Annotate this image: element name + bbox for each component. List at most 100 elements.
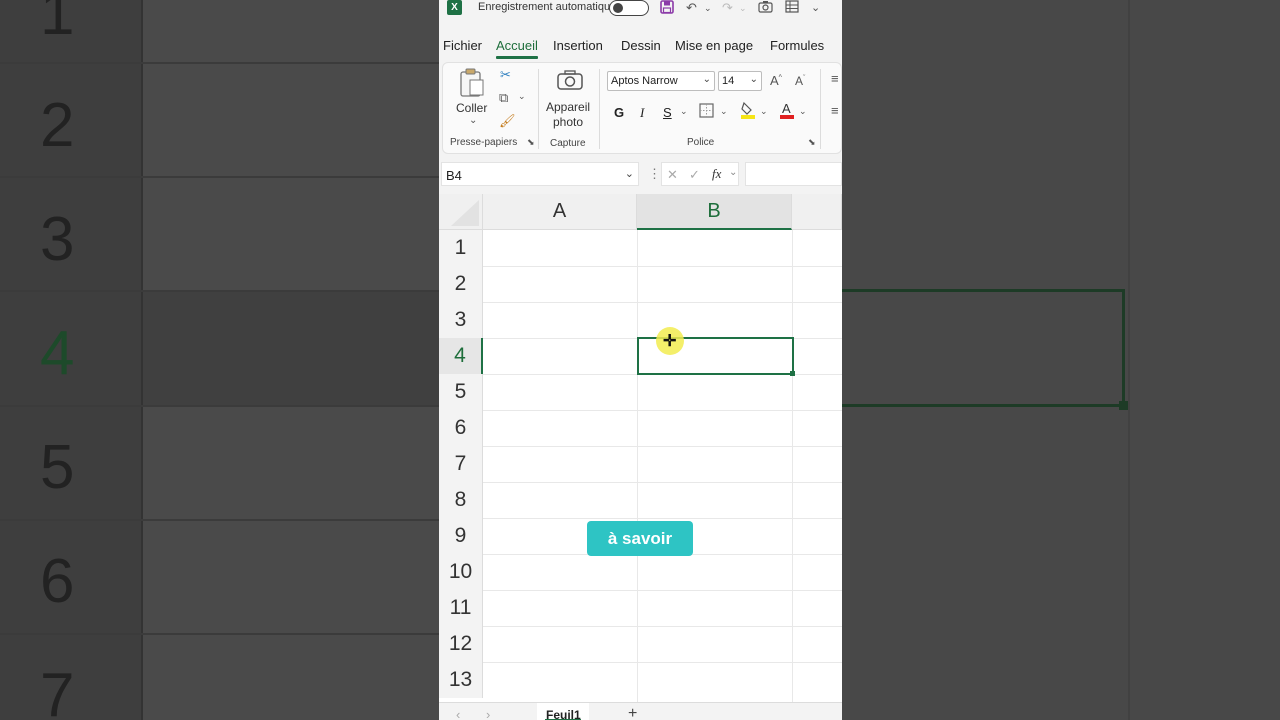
name-box-value: B4 bbox=[446, 168, 462, 183]
align-left-icon[interactable]: ≡ bbox=[831, 103, 839, 118]
background-fill-handle bbox=[1119, 401, 1128, 410]
excel-logo-icon: X bbox=[447, 0, 462, 15]
insert-function-button[interactable]: fx bbox=[712, 166, 721, 182]
fill-color-icon[interactable] bbox=[740, 101, 756, 122]
paste-dropdown-icon[interactable]: ⌄ bbox=[469, 115, 477, 126]
tab-insertion[interactable]: Insertion bbox=[553, 38, 603, 53]
font-size-select[interactable]: 14 ⌄ bbox=[718, 71, 762, 91]
undo-icon[interactable]: ↶ bbox=[686, 0, 697, 16]
row-header[interactable]: 13 bbox=[439, 662, 483, 698]
background-row-number: 5 bbox=[40, 433, 75, 502]
background-gridline bbox=[0, 405, 439, 407]
save-icon[interactable] bbox=[660, 0, 674, 17]
align-top-icon[interactable]: ≡ bbox=[831, 71, 839, 86]
toggle-knob bbox=[613, 3, 623, 13]
sheet-next-icon[interactable]: › bbox=[486, 707, 490, 720]
row-header[interactable]: 6 bbox=[439, 410, 483, 446]
column-header-c[interactable] bbox=[792, 194, 842, 230]
name-box[interactable]: B4 ⌄ bbox=[441, 162, 639, 186]
group-separator bbox=[599, 69, 600, 149]
cancel-icon[interactable]: ✕ bbox=[667, 167, 678, 183]
chevron-down-icon: ⌄ bbox=[624, 168, 634, 180]
autosave-toggle[interactable] bbox=[609, 0, 649, 16]
column-header-b[interactable]: B bbox=[637, 194, 792, 230]
fill-handle[interactable] bbox=[790, 371, 795, 376]
add-sheet-button[interactable]: + bbox=[628, 705, 637, 720]
cell-cursor-icon: ✛ bbox=[663, 333, 677, 350]
row-header[interactable]: 8 bbox=[439, 482, 483, 518]
background-gridline bbox=[0, 519, 439, 521]
font-name-select[interactable]: Aptos Narrow ⌄ bbox=[607, 71, 715, 91]
row-header-selected[interactable]: 4 bbox=[439, 338, 483, 374]
gridline bbox=[483, 266, 842, 267]
group-separator bbox=[820, 69, 821, 149]
tab-mise-en-page[interactable]: Mise en page bbox=[675, 38, 753, 53]
camera-label-line2[interactable]: photo bbox=[553, 115, 583, 129]
font-size-value: 14 bbox=[722, 75, 735, 87]
autosave-label: Enregistrement automatique bbox=[478, 1, 617, 13]
formula-input[interactable] bbox=[745, 162, 842, 186]
borders-dropdown-icon[interactable]: ⌄ bbox=[720, 106, 728, 117]
table-quick-icon[interactable] bbox=[785, 0, 799, 16]
video-frame: 1 2 3 4 5 6 7 X Enregistrement automatiq… bbox=[0, 0, 1280, 720]
enter-icon[interactable]: ✓ bbox=[689, 167, 700, 183]
capture-group-label: Capture bbox=[550, 138, 586, 149]
copy-icon[interactable]: ⧉ bbox=[499, 90, 508, 106]
row-header[interactable]: 2 bbox=[439, 266, 483, 302]
decrease-font-icon[interactable]: Aˇ bbox=[795, 74, 805, 88]
gridline bbox=[483, 410, 842, 411]
column-header-a[interactable]: A bbox=[483, 194, 637, 230]
tab-accueil[interactable]: Accueil bbox=[496, 38, 538, 59]
font-color-dropdown-icon[interactable]: ⌄ bbox=[799, 106, 807, 117]
italic-button[interactable]: I bbox=[640, 105, 644, 121]
row-header[interactable]: 3 bbox=[439, 302, 483, 338]
row-header[interactable]: 5 bbox=[439, 374, 483, 410]
underline-dropdown-icon[interactable]: ⌄ bbox=[680, 106, 688, 117]
sheet-tab-feuil1[interactable]: Feuil1 bbox=[537, 703, 589, 720]
more-options-icon[interactable]: ⋮ bbox=[648, 166, 661, 182]
paste-icon[interactable] bbox=[458, 68, 486, 101]
select-all-button[interactable] bbox=[439, 194, 483, 230]
paste-label[interactable]: Coller bbox=[456, 101, 487, 115]
tab-fichier[interactable]: Fichier bbox=[443, 38, 482, 53]
gridline bbox=[637, 230, 638, 702]
redo-icon[interactable]: ↷ bbox=[722, 0, 733, 16]
row-header[interactable]: 7 bbox=[439, 446, 483, 482]
background-row-number: 1 bbox=[40, 0, 75, 48]
spreadsheet-grid: A B 1 2 3 4 5 6 7 8 9 10 11 12 13 ✛ à sa… bbox=[439, 194, 842, 702]
tab-formules[interactable]: Formules bbox=[770, 38, 824, 53]
sheet-prev-icon[interactable]: ‹ bbox=[456, 707, 460, 720]
fill-color-dropdown-icon[interactable]: ⌄ bbox=[760, 106, 768, 117]
chevron-down-icon: ⌄ bbox=[702, 74, 711, 85]
redo-dropdown-icon[interactable]: ⌄ bbox=[739, 3, 747, 14]
row-header[interactable]: 1 bbox=[439, 230, 483, 266]
tab-dessin[interactable]: Dessin bbox=[621, 38, 661, 53]
row-header[interactable]: 10 bbox=[439, 554, 483, 590]
svg-text:A: A bbox=[782, 101, 791, 116]
background-row-number: 6 bbox=[40, 547, 75, 616]
bold-button[interactable]: G bbox=[614, 105, 624, 120]
cut-icon[interactable]: ✂ bbox=[500, 67, 511, 83]
row-header[interactable]: 12 bbox=[439, 626, 483, 662]
gridline bbox=[483, 482, 842, 483]
underline-button[interactable]: S bbox=[663, 105, 672, 120]
font-launcher-icon[interactable]: ⬊ bbox=[808, 137, 816, 148]
camera-label-line1[interactable]: Appareil bbox=[546, 100, 590, 114]
clipboard-launcher-icon[interactable]: ⬊ bbox=[527, 137, 535, 148]
sheet-tabs-bar: ‹ › Feuil1 + bbox=[439, 702, 842, 720]
chevron-down-icon[interactable]: ⌄ bbox=[729, 167, 737, 178]
row-header[interactable]: 11 bbox=[439, 590, 483, 626]
font-color-icon[interactable]: A bbox=[779, 101, 795, 122]
increase-font-icon[interactable]: A^ bbox=[770, 73, 782, 88]
gridline bbox=[792, 230, 793, 702]
row-header[interactable]: 9 bbox=[439, 518, 483, 554]
format-painter-icon[interactable]: 🖌 bbox=[499, 113, 516, 129]
background-selection-outline bbox=[842, 289, 1125, 407]
chevron-down-icon: ⌄ bbox=[749, 74, 758, 85]
copy-dropdown-icon[interactable]: ⌄ bbox=[518, 91, 526, 102]
undo-dropdown-icon[interactable]: ⌄ bbox=[704, 3, 712, 14]
customize-toolbar-icon[interactable]: ⌄ bbox=[811, 1, 820, 14]
borders-icon[interactable] bbox=[699, 103, 714, 121]
camera-icon[interactable] bbox=[556, 69, 584, 94]
camera-quick-icon[interactable] bbox=[758, 0, 773, 16]
